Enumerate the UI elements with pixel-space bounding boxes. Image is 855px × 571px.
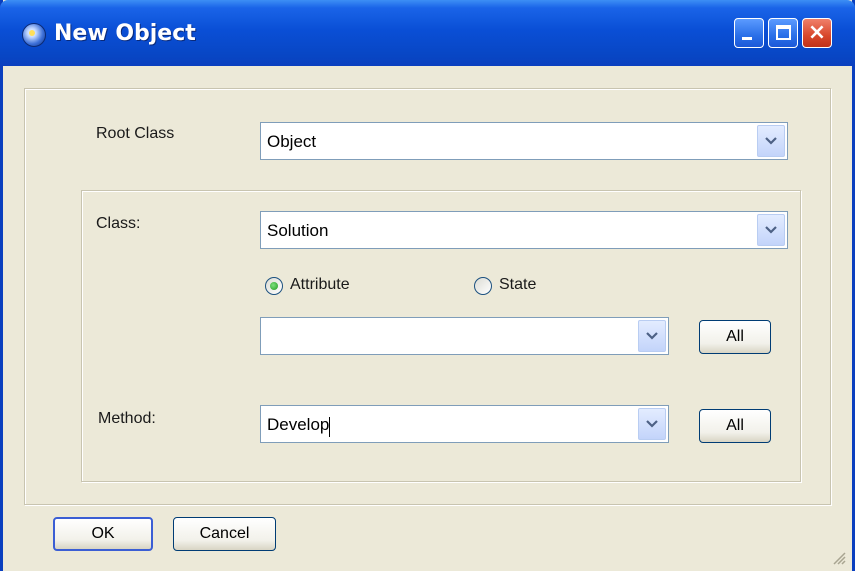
- chevron-down-icon: [646, 420, 658, 428]
- chevron-down-icon: [765, 226, 777, 234]
- root-class-label: Root Class: [96, 125, 175, 142]
- state-radio-label[interactable]: State: [499, 276, 536, 294]
- radio-selected-dot: [270, 282, 278, 290]
- ok-button[interactable]: OK: [53, 517, 153, 551]
- chevron-down-icon: [646, 332, 658, 340]
- resize-grip-icon[interactable]: [830, 549, 846, 565]
- maximize-icon: [776, 25, 791, 40]
- attribute-radio-label[interactable]: Attribute: [290, 276, 350, 294]
- text-cursor: [329, 417, 330, 437]
- method-input[interactable]: Develop: [260, 405, 669, 443]
- method-label: Method:: [98, 410, 156, 427]
- class-select[interactable]: Solution: [260, 211, 788, 249]
- maximize-button[interactable]: [768, 18, 798, 48]
- title-bar[interactable]: New Object ×: [0, 0, 855, 66]
- close-button[interactable]: ×: [802, 18, 832, 48]
- class-label: Class:: [96, 215, 141, 232]
- new-object-dialog: New Object × Root Class Object Class: So…: [0, 0, 855, 571]
- minimize-button[interactable]: [734, 18, 764, 48]
- attribute-select[interactable]: [260, 317, 669, 355]
- chevron-down-icon: [765, 137, 777, 145]
- cancel-button[interactable]: Cancel: [173, 517, 276, 551]
- app-globe-icon[interactable]: [22, 23, 46, 47]
- state-radio[interactable]: [474, 277, 492, 295]
- method-value: Develop: [267, 415, 330, 434]
- root-class-dropdown-button[interactable]: [757, 125, 785, 157]
- method-all-button[interactable]: All: [699, 409, 771, 443]
- attribute-all-button[interactable]: All: [699, 320, 771, 354]
- method-dropdown-button[interactable]: [638, 408, 666, 440]
- root-class-select[interactable]: Object: [260, 122, 788, 160]
- minimize-icon: [742, 37, 752, 40]
- attribute-radio[interactable]: [265, 277, 283, 295]
- class-value: Solution: [267, 221, 329, 240]
- attribute-dropdown-button[interactable]: [638, 320, 666, 352]
- class-dropdown-button[interactable]: [757, 214, 785, 246]
- window-title: New Object: [54, 21, 196, 46]
- close-icon: ×: [807, 20, 827, 45]
- root-class-value: Object: [267, 132, 317, 151]
